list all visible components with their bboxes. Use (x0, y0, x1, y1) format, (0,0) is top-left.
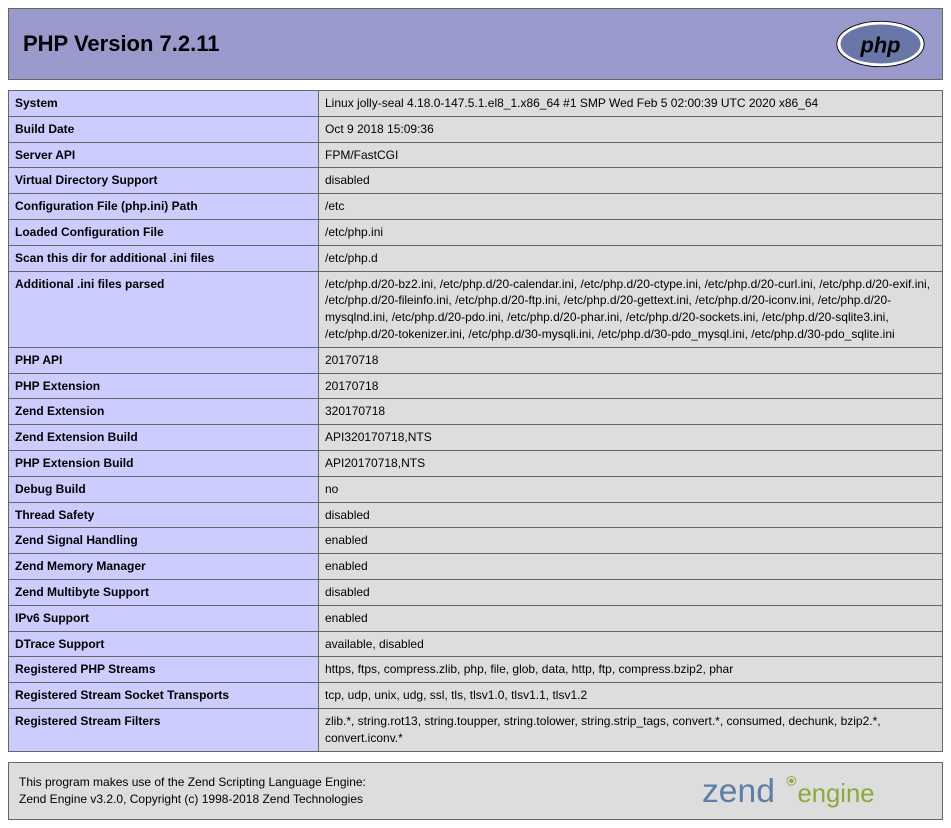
table-row: SystemLinux jolly-seal 4.18.0-147.5.1.el… (9, 91, 943, 117)
info-value: 320170718 (319, 399, 943, 425)
info-label: IPv6 Support (9, 605, 319, 631)
info-value: FPM/FastCGI (319, 142, 943, 168)
info-label: Zend Extension Build (9, 425, 319, 451)
table-row: Debug Buildno (9, 476, 943, 502)
php-logo-icon: php (833, 19, 928, 69)
table-row: Registered Stream Filterszlib.*, string.… (9, 708, 943, 751)
info-label: Thread Safety (9, 502, 319, 528)
table-row: IPv6 Supportenabled (9, 605, 943, 631)
info-value: 20170718 (319, 373, 943, 399)
table-row: PHP Extension20170718 (9, 373, 943, 399)
table-row: PHP Extension BuildAPI20170718,NTS (9, 450, 943, 476)
info-value: API20170718,NTS (319, 450, 943, 476)
info-value: disabled (319, 579, 943, 605)
svg-text:engine: engine (798, 780, 875, 808)
info-label: Additional .ini files parsed (9, 271, 319, 347)
info-value: /etc/php.ini (319, 219, 943, 245)
info-label: Registered Stream Socket Transports (9, 683, 319, 709)
svg-text:zend: zend (702, 773, 775, 810)
table-row: Zend Extension320170718 (9, 399, 943, 425)
info-value: enabled (319, 605, 943, 631)
info-label: Virtual Directory Support (9, 168, 319, 194)
info-value: /etc/php.d (319, 245, 943, 271)
table-row: Additional .ini files parsed/etc/php.d/2… (9, 271, 943, 347)
info-label: System (9, 91, 319, 117)
info-value: no (319, 476, 943, 502)
info-value: /etc (319, 194, 943, 220)
info-label: Registered Stream Filters (9, 708, 319, 751)
table-row: Registered PHP Streamshttps, ftps, compr… (9, 657, 943, 683)
info-label: Zend Multibyte Support (9, 579, 319, 605)
info-value: disabled (319, 502, 943, 528)
phpinfo-table: SystemLinux jolly-seal 4.18.0-147.5.1.el… (8, 90, 943, 752)
info-value: Oct 9 2018 15:09:36 (319, 116, 943, 142)
table-row: Thread Safetydisabled (9, 502, 943, 528)
table-row: Registered Stream Socket Transportstcp, … (9, 683, 943, 709)
info-value: tcp, udp, unix, udg, ssl, tls, tlsv1.0, … (319, 683, 943, 709)
info-value: 20170718 (319, 347, 943, 373)
info-label: Zend Memory Manager (9, 554, 319, 580)
info-label: Registered PHP Streams (9, 657, 319, 683)
info-label: Zend Extension (9, 399, 319, 425)
info-value: disabled (319, 168, 943, 194)
info-value: zlib.*, string.rot13, string.toupper, st… (319, 708, 943, 751)
info-label: Debug Build (9, 476, 319, 502)
table-row: Zend Multibyte Supportdisabled (9, 579, 943, 605)
zend-line-2: Zend Engine v3.2.0, Copyright (c) 1998-2… (19, 791, 366, 808)
php-version-title: PHP Version 7.2.11 (23, 31, 220, 57)
table-row: Virtual Directory Supportdisabled (9, 168, 943, 194)
info-value: enabled (319, 528, 943, 554)
table-row: DTrace Supportavailable, disabled (9, 631, 943, 657)
table-row: Configuration File (php.ini) Path/etc (9, 194, 943, 220)
info-label: Zend Signal Handling (9, 528, 319, 554)
info-label: Loaded Configuration File (9, 219, 319, 245)
info-label: DTrace Support (9, 631, 319, 657)
table-row: PHP API20170718 (9, 347, 943, 373)
info-value: enabled (319, 554, 943, 580)
info-value: available, disabled (319, 631, 943, 657)
zend-engine-logo-icon: zend engine (702, 771, 932, 811)
info-value: API320170718,NTS (319, 425, 943, 451)
info-label: Server API (9, 142, 319, 168)
table-row: Scan this dir for additional .ini files/… (9, 245, 943, 271)
table-row: Zend Signal Handlingenabled (9, 528, 943, 554)
info-label: Configuration File (php.ini) Path (9, 194, 319, 220)
zend-text-block: This program makes use of the Zend Scrip… (19, 774, 366, 808)
table-row: Zend Extension BuildAPI320170718,NTS (9, 425, 943, 451)
info-value: /etc/php.d/20-bz2.ini, /etc/php.d/20-cal… (319, 271, 943, 347)
info-value: Linux jolly-seal 4.18.0-147.5.1.el8_1.x8… (319, 91, 943, 117)
svg-text:php: php (860, 33, 901, 58)
info-label: PHP Extension Build (9, 450, 319, 476)
phpinfo-header: PHP Version 7.2.11 php (8, 8, 943, 80)
info-label: Scan this dir for additional .ini files (9, 245, 319, 271)
info-label: PHP Extension (9, 373, 319, 399)
info-label: Build Date (9, 116, 319, 142)
info-label: PHP API (9, 347, 319, 373)
info-value: https, ftps, compress.zlib, php, file, g… (319, 657, 943, 683)
table-row: Build DateOct 9 2018 15:09:36 (9, 116, 943, 142)
table-row: Server APIFPM/FastCGI (9, 142, 943, 168)
zend-line-1: This program makes use of the Zend Scrip… (19, 774, 366, 791)
zend-engine-box: This program makes use of the Zend Scrip… (8, 762, 943, 820)
table-row: Zend Memory Managerenabled (9, 554, 943, 580)
table-row: Loaded Configuration File/etc/php.ini (9, 219, 943, 245)
